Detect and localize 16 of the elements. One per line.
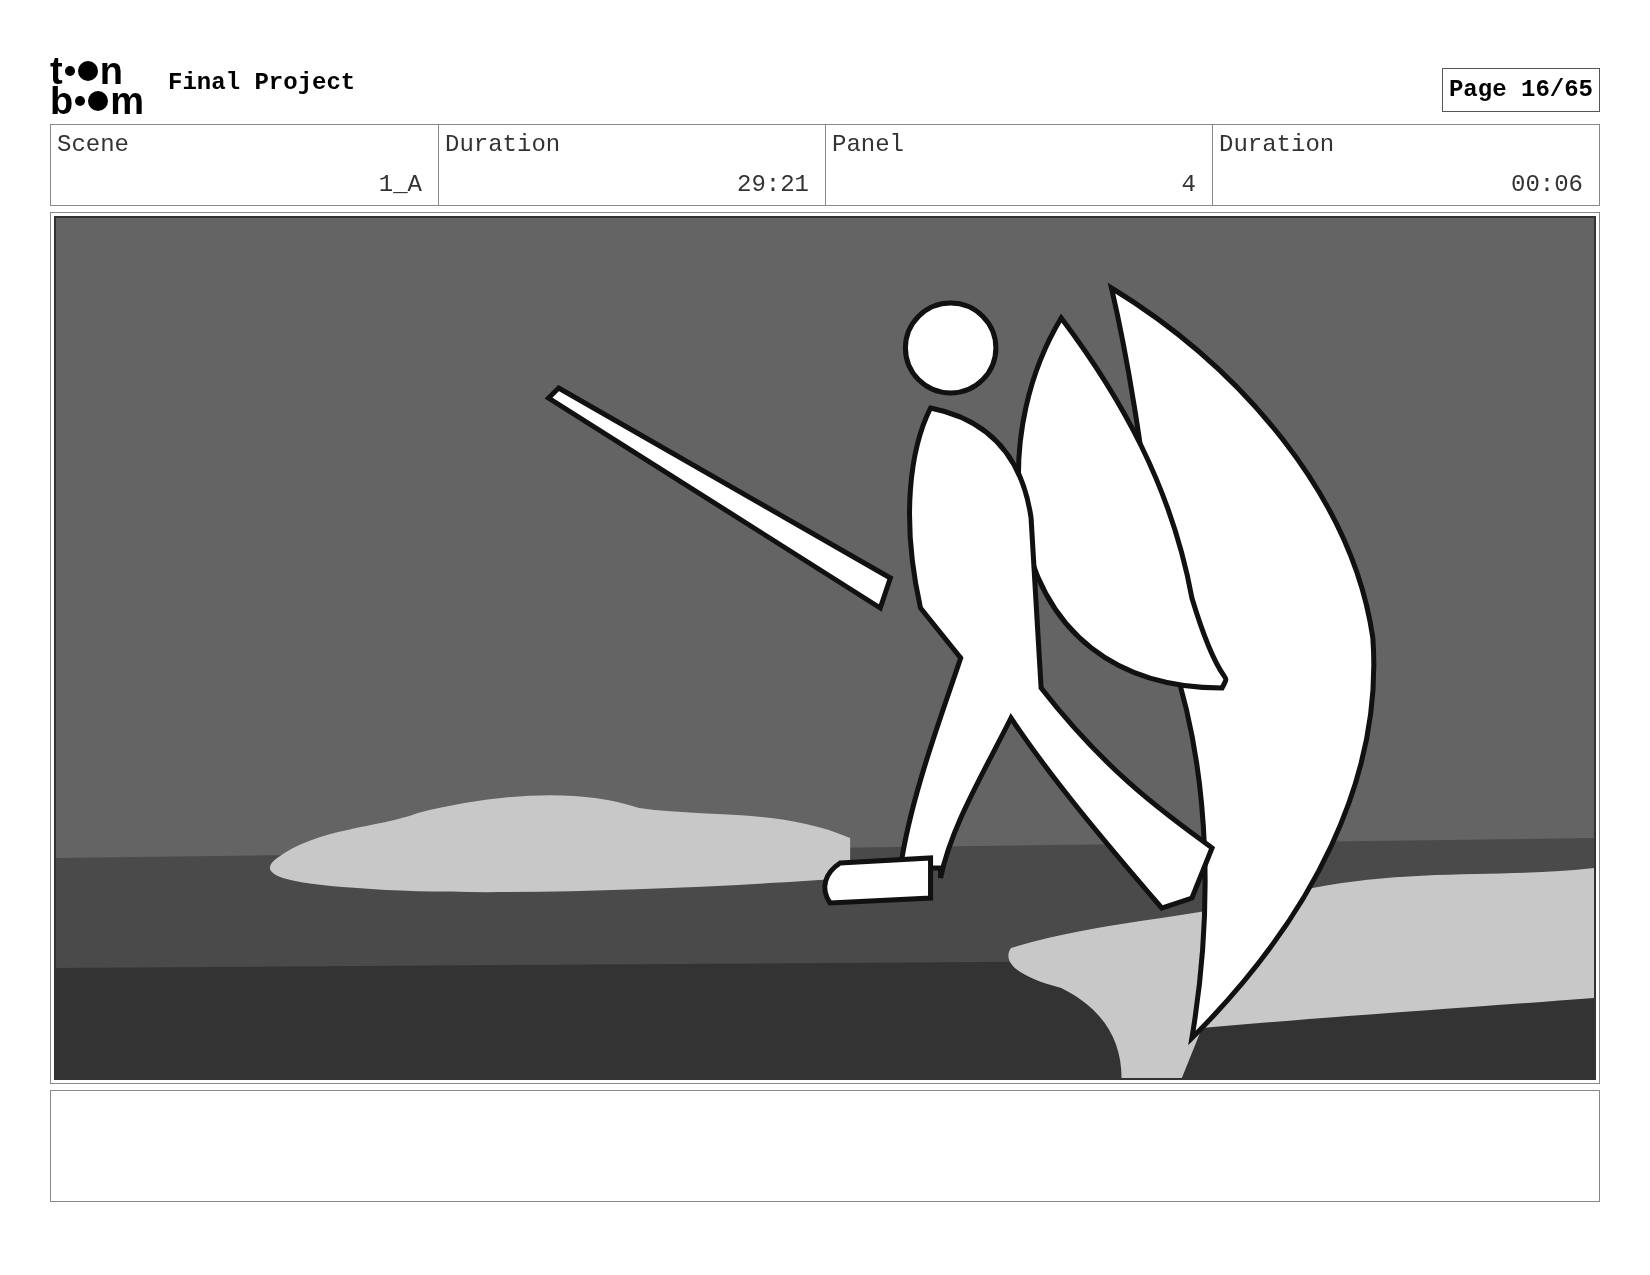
- field-value: 4: [1181, 170, 1196, 200]
- field-value: 29:21: [737, 170, 809, 200]
- field-label: Scene: [57, 130, 130, 160]
- field-value: 00:06: [1511, 170, 1583, 200]
- page-number: Page 16/65: [1441, 68, 1600, 112]
- field-label: Duration: [445, 130, 562, 160]
- logo-letter: m: [110, 86, 144, 116]
- project-title: Final Project: [168, 68, 356, 98]
- logo-dots-icon: [64, 61, 98, 81]
- logo-letter: t: [50, 56, 63, 86]
- field-value: 1_A: [378, 170, 422, 200]
- field-label: Panel: [832, 130, 905, 160]
- logo-letter: n: [99, 56, 123, 86]
- logo-dots-icon: [75, 91, 109, 111]
- field-label: Duration: [1219, 130, 1336, 160]
- logo-letter: b: [50, 86, 74, 116]
